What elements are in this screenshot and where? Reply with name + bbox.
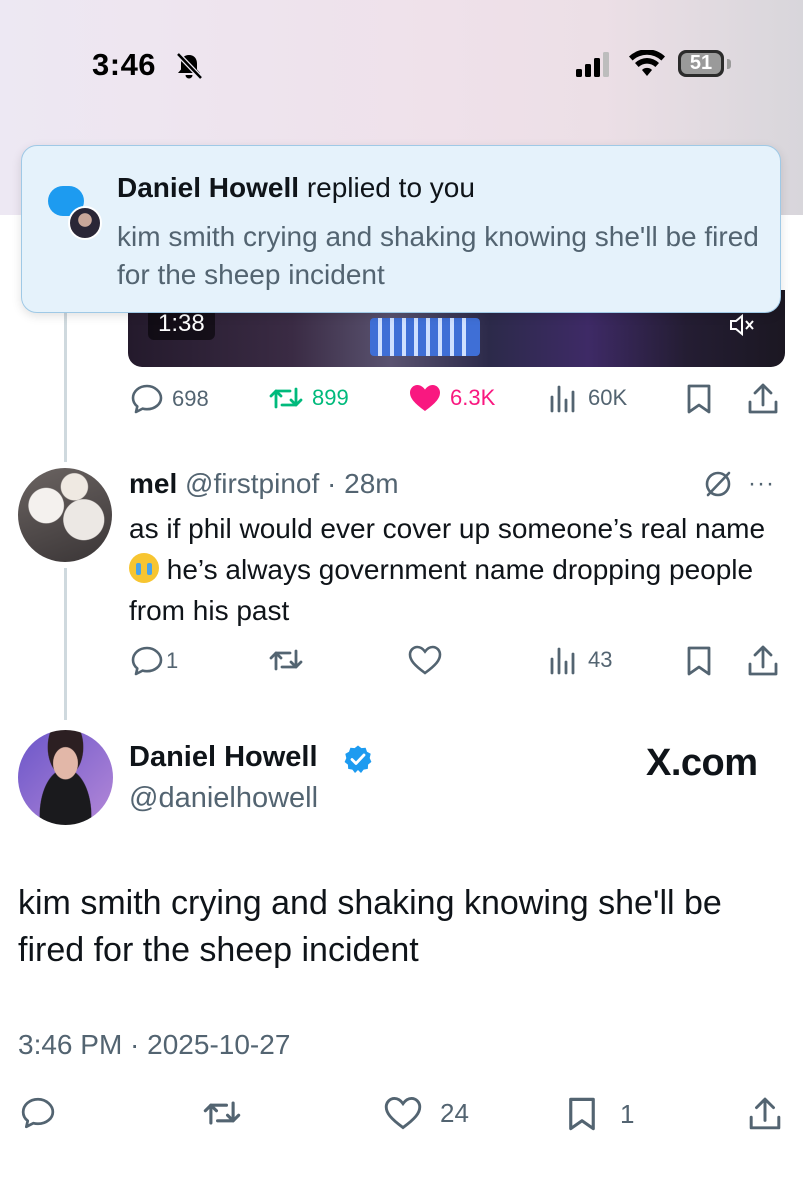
reply-views-button[interactable]: 43	[548, 645, 612, 675]
original-tweet-actions: 698 899 6.3K 60K	[130, 383, 785, 419]
notification-title: Daniel Howell replied to you	[117, 172, 475, 204]
reply-like-button[interactable]	[408, 645, 442, 675]
reply-meta: @firstpinof · 28m	[177, 468, 399, 499]
like-count: 6.3K	[450, 385, 496, 410]
views-button[interactable]: 60K	[548, 383, 627, 413]
muted-conversation-icon[interactable]	[702, 468, 734, 500]
bookmark-button[interactable]	[685, 383, 713, 415]
main-like-button[interactable]: 24	[384, 1096, 469, 1130]
reply-header: mel @firstpinof · 28m	[129, 468, 399, 500]
signal-icon	[576, 52, 609, 77]
reply-repost-button[interactable]	[268, 645, 304, 675]
main-bookmark-count: 1	[620, 1098, 635, 1129]
heart-icon	[410, 385, 440, 411]
main-author-handle[interactable]: @danielhowell	[129, 782, 318, 815]
wifi-icon	[629, 50, 665, 76]
reply-actions: 1 43	[130, 645, 785, 681]
share-icon	[748, 645, 778, 676]
reply-count: 698	[172, 386, 209, 411]
volume-mute-icon[interactable]	[728, 312, 756, 338]
status-time: 3:46	[92, 47, 157, 82]
reply-text: as if phil would ever cover up someone’s…	[129, 508, 779, 631]
verified-icon	[344, 745, 372, 773]
main-share-button[interactable]	[748, 1096, 782, 1132]
main-tweet-actions: 24 1	[20, 1096, 785, 1136]
share-button[interactable]	[747, 383, 779, 415]
bell-slash-icon	[176, 52, 203, 80]
reply-icon	[131, 646, 163, 676]
notification-avatar	[68, 206, 102, 240]
bookmark-icon	[687, 384, 711, 414]
main-tweet-text: kim smith crying and shaking knowing she…	[18, 884, 722, 969]
bookmark-icon	[687, 646, 711, 676]
like-button[interactable]: 6.3K	[408, 383, 495, 413]
views-count: 60K	[588, 385, 628, 410]
heart-outline-icon	[408, 645, 442, 675]
share-icon	[749, 1097, 781, 1130]
repost-icon	[269, 387, 303, 409]
repost-icon	[269, 649, 303, 671]
views-icon	[550, 385, 575, 413]
repost-button[interactable]: 899	[268, 383, 349, 413]
reply-bookmark-button[interactable]	[685, 645, 713, 677]
more-options-icon[interactable]: ···	[748, 470, 775, 498]
main-reply-button[interactable]	[20, 1096, 56, 1130]
notification-author: Daniel Howell	[117, 172, 300, 203]
thread-line-bottom	[64, 568, 67, 720]
reply-share-button[interactable]	[747, 645, 779, 677]
reply-author-avatar[interactable]	[18, 468, 112, 562]
reply-author-name[interactable]: mel	[129, 468, 177, 499]
video-frame-detail	[370, 318, 480, 356]
main-like-count: 24	[440, 1097, 469, 1128]
repost-icon	[203, 1101, 241, 1125]
main-author-name[interactable]: Daniel Howell	[129, 741, 318, 774]
reply-reply-button[interactable]: 1	[130, 645, 178, 677]
reply-button[interactable]: 698	[130, 383, 209, 415]
reply-notification-banner[interactable]: Daniel Howell replied to you kim smith c…	[21, 145, 781, 313]
thread-line-top	[64, 312, 67, 462]
reply-views-count: 43	[588, 647, 613, 672]
x-com-watermark: X.com	[646, 742, 758, 784]
repost-count: 899	[312, 385, 349, 410]
notification-action: replied to you	[299, 172, 475, 203]
reply-reply-count: 1	[166, 648, 179, 673]
heart-outline-icon	[384, 1097, 422, 1130]
bookmark-icon	[569, 1097, 595, 1131]
reply-text-part-1: as if phil would ever cover up someone’s…	[129, 513, 766, 544]
reply-icon	[21, 1097, 55, 1129]
share-icon	[748, 383, 778, 414]
main-repost-button[interactable]	[202, 1096, 242, 1130]
main-tweet-timestamp: 3:46 PM · 2025-10-27	[18, 1029, 291, 1060]
reply-icon	[131, 384, 163, 414]
reply-text-part-2: he’s always government name dropping peo…	[129, 554, 754, 626]
main-author-avatar[interactable]	[18, 730, 113, 825]
views-icon	[550, 647, 575, 675]
battery-percent: 51	[689, 52, 713, 74]
crying-emoji-icon	[129, 553, 159, 583]
notification-body: kim smith crying and shaking knowing she…	[117, 221, 759, 290]
main-bookmark-button[interactable]: 1	[566, 1096, 634, 1132]
